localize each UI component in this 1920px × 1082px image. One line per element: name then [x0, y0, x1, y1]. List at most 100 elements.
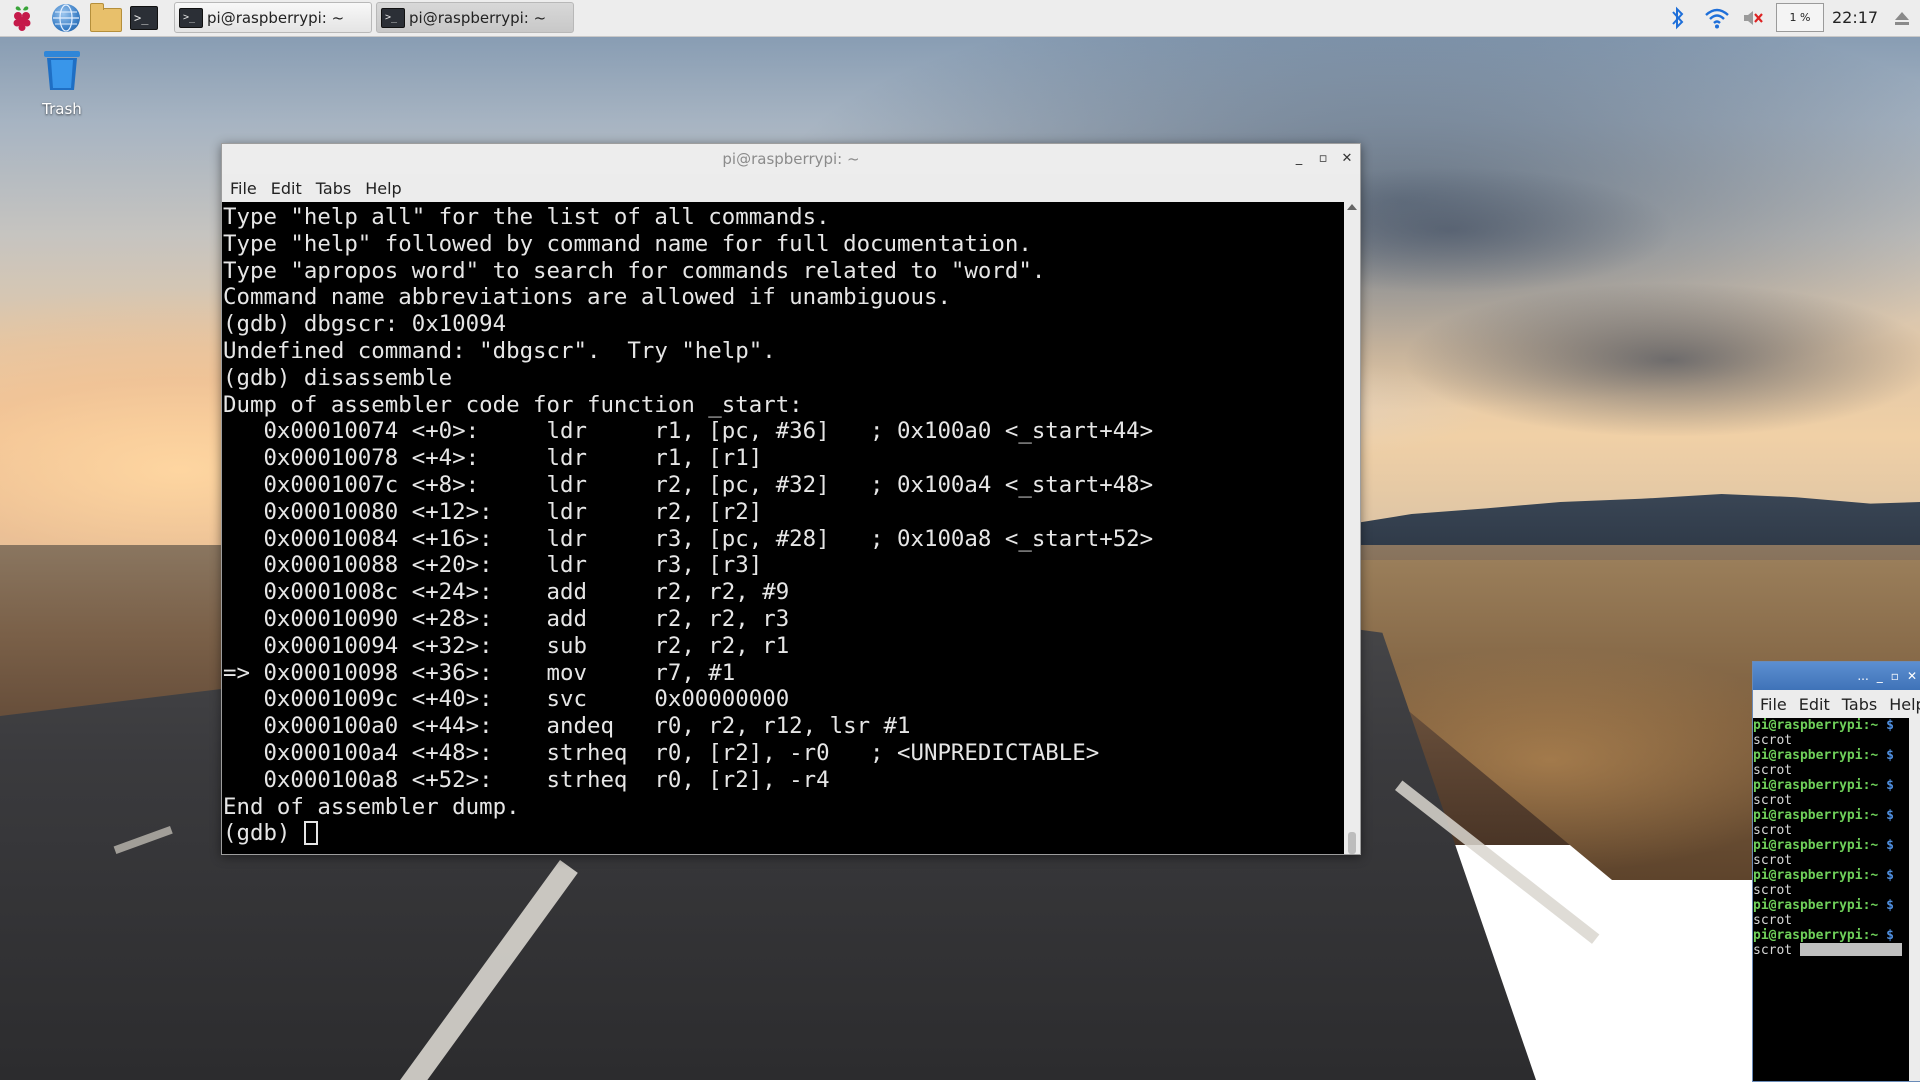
shell-command: scrot	[1753, 793, 1793, 808]
window-titlebar[interactable]: pi@raspberrypi: ~ _ ▫ ✕	[222, 144, 1360, 174]
shell-command-line: scrot	[1753, 733, 1909, 748]
menu-edit[interactable]: Edit	[1799, 695, 1830, 714]
prompt-symbol: $	[1886, 928, 1894, 943]
terminal-line: (gdb) dbgscr: 0x10094	[223, 311, 507, 338]
desktop-icon-trash[interactable]: Trash	[30, 48, 94, 118]
shell-command: scrot	[1753, 883, 1793, 898]
web-browser-launcher[interactable]	[50, 2, 82, 34]
shell-prompt-line: pi@raspberrypi:~ $	[1753, 748, 1909, 763]
shell-prompt-line: pi@raspberrypi:~ $	[1753, 868, 1909, 883]
terminal-launcher[interactable]: >_	[128, 2, 160, 34]
taskbar-item-terminal-2[interactable]: >_ pi@raspberrypi: ~	[376, 2, 574, 33]
prompt-symbol: $	[1886, 718, 1894, 733]
raspberry-menu-button[interactable]	[6, 2, 38, 34]
shell-command-line: scrot	[1753, 763, 1909, 778]
wifi-icon[interactable]	[1704, 6, 1730, 30]
maximize-icon[interactable]: ▫	[1891, 669, 1899, 683]
menu-edit[interactable]: Edit	[271, 179, 302, 198]
eject-icon[interactable]	[1894, 10, 1910, 26]
shell-prompt-line: pi@raspberrypi:~ $	[1753, 838, 1909, 853]
taskbar-item-label: pi@raspberrypi: ~	[207, 8, 345, 27]
prompt-symbol: $	[1886, 808, 1894, 823]
maximize-icon[interactable]: ▫	[1316, 152, 1330, 166]
shell-command-line: scrot	[1753, 883, 1909, 898]
prompt-user: pi@raspberrypi:~	[1753, 868, 1887, 883]
folder-icon	[90, 3, 122, 32]
cpu-usage-value: 1 %	[1789, 11, 1811, 24]
shell-command-line: scrot	[1753, 943, 1909, 958]
text-cursor	[303, 821, 318, 846]
prompt-user: pi@raspberrypi:~	[1753, 928, 1887, 943]
terminal-line: 0x0001007c <+8>: ldr r2, [pc, #32] ; 0x1…	[263, 471, 1154, 498]
window-titlebar[interactable]: ... _ ▫ ✕	[1753, 662, 1920, 690]
prompt-symbol: $	[1886, 898, 1894, 913]
shell-command: scrot	[1753, 763, 1793, 778]
prompt-user: pi@raspberrypi:~	[1753, 748, 1887, 763]
shell-prompt-line: pi@raspberrypi:~ $	[1753, 778, 1909, 793]
minimize-icon[interactable]: _	[1877, 669, 1883, 683]
terminal-output[interactable]: Type "help all" for the list of all comm…	[222, 202, 1344, 854]
terminal-window-side: ... _ ▫ ✕ File Edit Tabs Help pi@raspber…	[1752, 661, 1920, 1082]
prompt-symbol: $	[1886, 748, 1894, 763]
volume-muted-icon[interactable]	[1742, 8, 1764, 28]
close-icon[interactable]: ✕	[1340, 152, 1354, 166]
clock[interactable]: 22:17	[1832, 0, 1878, 36]
minimize-icon[interactable]: _	[1292, 152, 1306, 166]
prompt-user: pi@raspberrypi:~	[1753, 718, 1887, 733]
file-manager-launcher[interactable]	[90, 2, 122, 34]
shell-command-line: scrot	[1753, 793, 1909, 808]
globe-icon	[52, 4, 80, 32]
terminal-line: 0x0001009c <+40>: svc 0x00000000	[263, 686, 790, 713]
window-title: ...	[1857, 669, 1869, 683]
shell-prompt-line: pi@raspberrypi:~ $	[1753, 898, 1909, 913]
desktop-icon-label: Trash	[42, 100, 82, 118]
terminal-icon: >_	[130, 6, 158, 30]
menu-file[interactable]: File	[1760, 695, 1787, 714]
shell-prompt-line: pi@raspberrypi:~ $	[1753, 718, 1909, 733]
shell-prompt-line: pi@raspberrypi:~ $	[1753, 928, 1909, 943]
shell-command-line: scrot	[1753, 853, 1909, 868]
text-selection	[1799, 943, 1902, 956]
bluetooth-icon[interactable]	[1670, 6, 1686, 30]
terminal-line: 0x00010080 <+12>: ldr r2, [r2]	[263, 498, 763, 525]
taskbar-item-terminal-1[interactable]: >_ pi@raspberrypi: ~	[174, 2, 372, 33]
shell-command-line: scrot	[1753, 913, 1909, 928]
terminal-line: 0x00010084 <+16>: ldr r3, [pc, #28] ; 0x…	[263, 525, 1154, 552]
terminal-line: 0x00010088 <+20>: ldr r3, [r3]	[263, 552, 763, 579]
shell-command: scrot	[1753, 853, 1793, 868]
shell-command: scrot	[1753, 823, 1793, 838]
terminal-scrollbar[interactable]	[1909, 718, 1920, 1081]
terminal-line: 0x000100a8 <+52>: strheq r0, [r2], -r4	[263, 766, 830, 793]
menu-help[interactable]: Help	[1889, 695, 1920, 714]
trash-icon	[44, 51, 80, 90]
terminal-icon: >_	[381, 7, 405, 28]
prompt-user: pi@raspberrypi:~	[1753, 778, 1887, 793]
prompt-user: pi@raspberrypi:~	[1753, 808, 1887, 823]
cpu-usage-monitor[interactable]: 1 %	[1776, 3, 1824, 32]
menu-help[interactable]: Help	[365, 179, 401, 198]
menu-tabs[interactable]: Tabs	[316, 179, 351, 198]
raspberry-pi-icon	[13, 6, 31, 31]
terminal-output[interactable]: pi@raspberrypi:~ $ scrot pi@raspberrypi:~ …	[1753, 718, 1909, 1081]
terminal-line: Dump of assembler code for function _sta…	[223, 391, 803, 418]
close-icon[interactable]: ✕	[1907, 669, 1917, 683]
scrollbar-thumb[interactable]	[1348, 832, 1356, 854]
taskbar-item-label: pi@raspberrypi: ~	[409, 8, 547, 27]
prompt-symbol: $	[1886, 778, 1894, 793]
terminal-line: Command name abbreviations are allowed i…	[223, 284, 951, 311]
menu-tabs[interactable]: Tabs	[1842, 695, 1877, 714]
menu-file[interactable]: File	[230, 179, 257, 198]
window-menubar: File Edit Tabs Help	[1753, 690, 1920, 718]
terminal-icon: >_	[179, 7, 203, 28]
terminal-scrollbar[interactable]	[1344, 202, 1360, 854]
top-panel: >_ >_ pi@raspberrypi: ~ >_ pi@raspberryp…	[0, 0, 1920, 37]
terminal-line: Type "help" followed by command name for…	[223, 230, 1032, 257]
prompt-user: pi@raspberrypi:~	[1753, 898, 1887, 913]
scroll-up-arrow-icon[interactable]	[1347, 204, 1357, 210]
shell-command-line: scrot	[1753, 823, 1909, 838]
terminal-line: Undefined command: "dbgscr". Try "help".	[223, 337, 776, 364]
terminal-line: 0x0001008c <+24>: add r2, r2, #9	[263, 579, 790, 606]
shell-command: scrot	[1753, 913, 1793, 928]
terminal-line: 0x000100a0 <+44>: andeq r0, r2, r12, lsr…	[263, 713, 911, 740]
terminal-line: 0x00010090 <+28>: add r2, r2, r3	[263, 605, 790, 632]
